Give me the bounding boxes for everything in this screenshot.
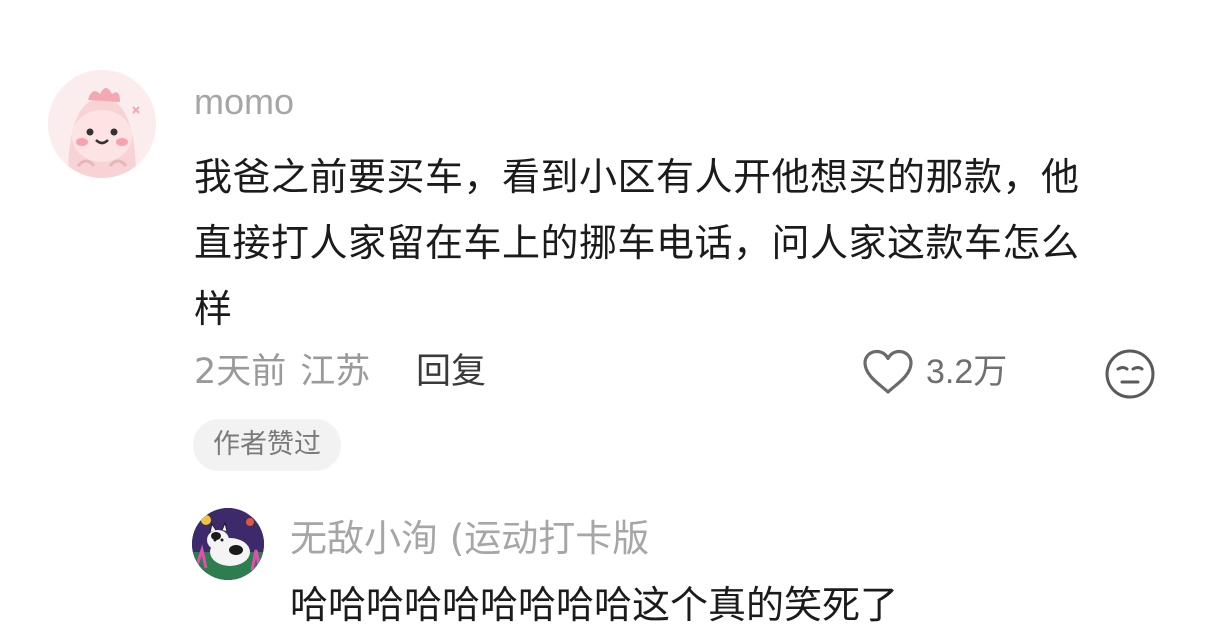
comment-time: 2天前 xyxy=(194,352,287,392)
heart-outline-icon xyxy=(863,349,913,394)
reply-user-avatar[interactable] xyxy=(192,508,264,580)
comment-line: 样 xyxy=(194,287,233,331)
comment-card: momo 我爸之前要买车，看到小区有人开他想买的那款，他 直接打人家留在车上的挪… xyxy=(0,0,1206,629)
author-liked-badge: 作者赞过 xyxy=(193,419,341,471)
reply-username[interactable]: 无敌小洵 (运动打卡版 xyxy=(290,514,649,564)
comment-line: 直接打人家留在车上的挪车电话，问人家这款车怎么 xyxy=(194,221,1080,265)
comment-line: 我爸之前要买车，看到小区有人开他想买的那款，他 xyxy=(194,155,1080,199)
reply-button[interactable]: 回复 xyxy=(416,350,486,394)
comment-location: 江苏 xyxy=(300,352,371,392)
like-count: 3.2万 xyxy=(926,353,1008,391)
user-avatar[interactable] xyxy=(48,70,156,178)
unamused-face-icon xyxy=(1105,349,1155,399)
reply-content: 哈哈哈哈哈哈哈哈哈这个真的笑死了 xyxy=(290,583,899,627)
comment-content: 我爸之前要买车，看到小区有人开他想买的那款，他 直接打人家留在车上的挪车电话，问… xyxy=(194,144,1154,342)
pink-dino-avatar-icon xyxy=(48,70,156,178)
dislike-button[interactable] xyxy=(1104,348,1156,400)
cat-painting-avatar-icon xyxy=(192,508,264,580)
comment-meta: 2天前 江苏 xyxy=(194,350,370,394)
comment-username[interactable]: momo xyxy=(194,80,294,124)
like-button[interactable]: 3.2万 xyxy=(862,348,1007,396)
